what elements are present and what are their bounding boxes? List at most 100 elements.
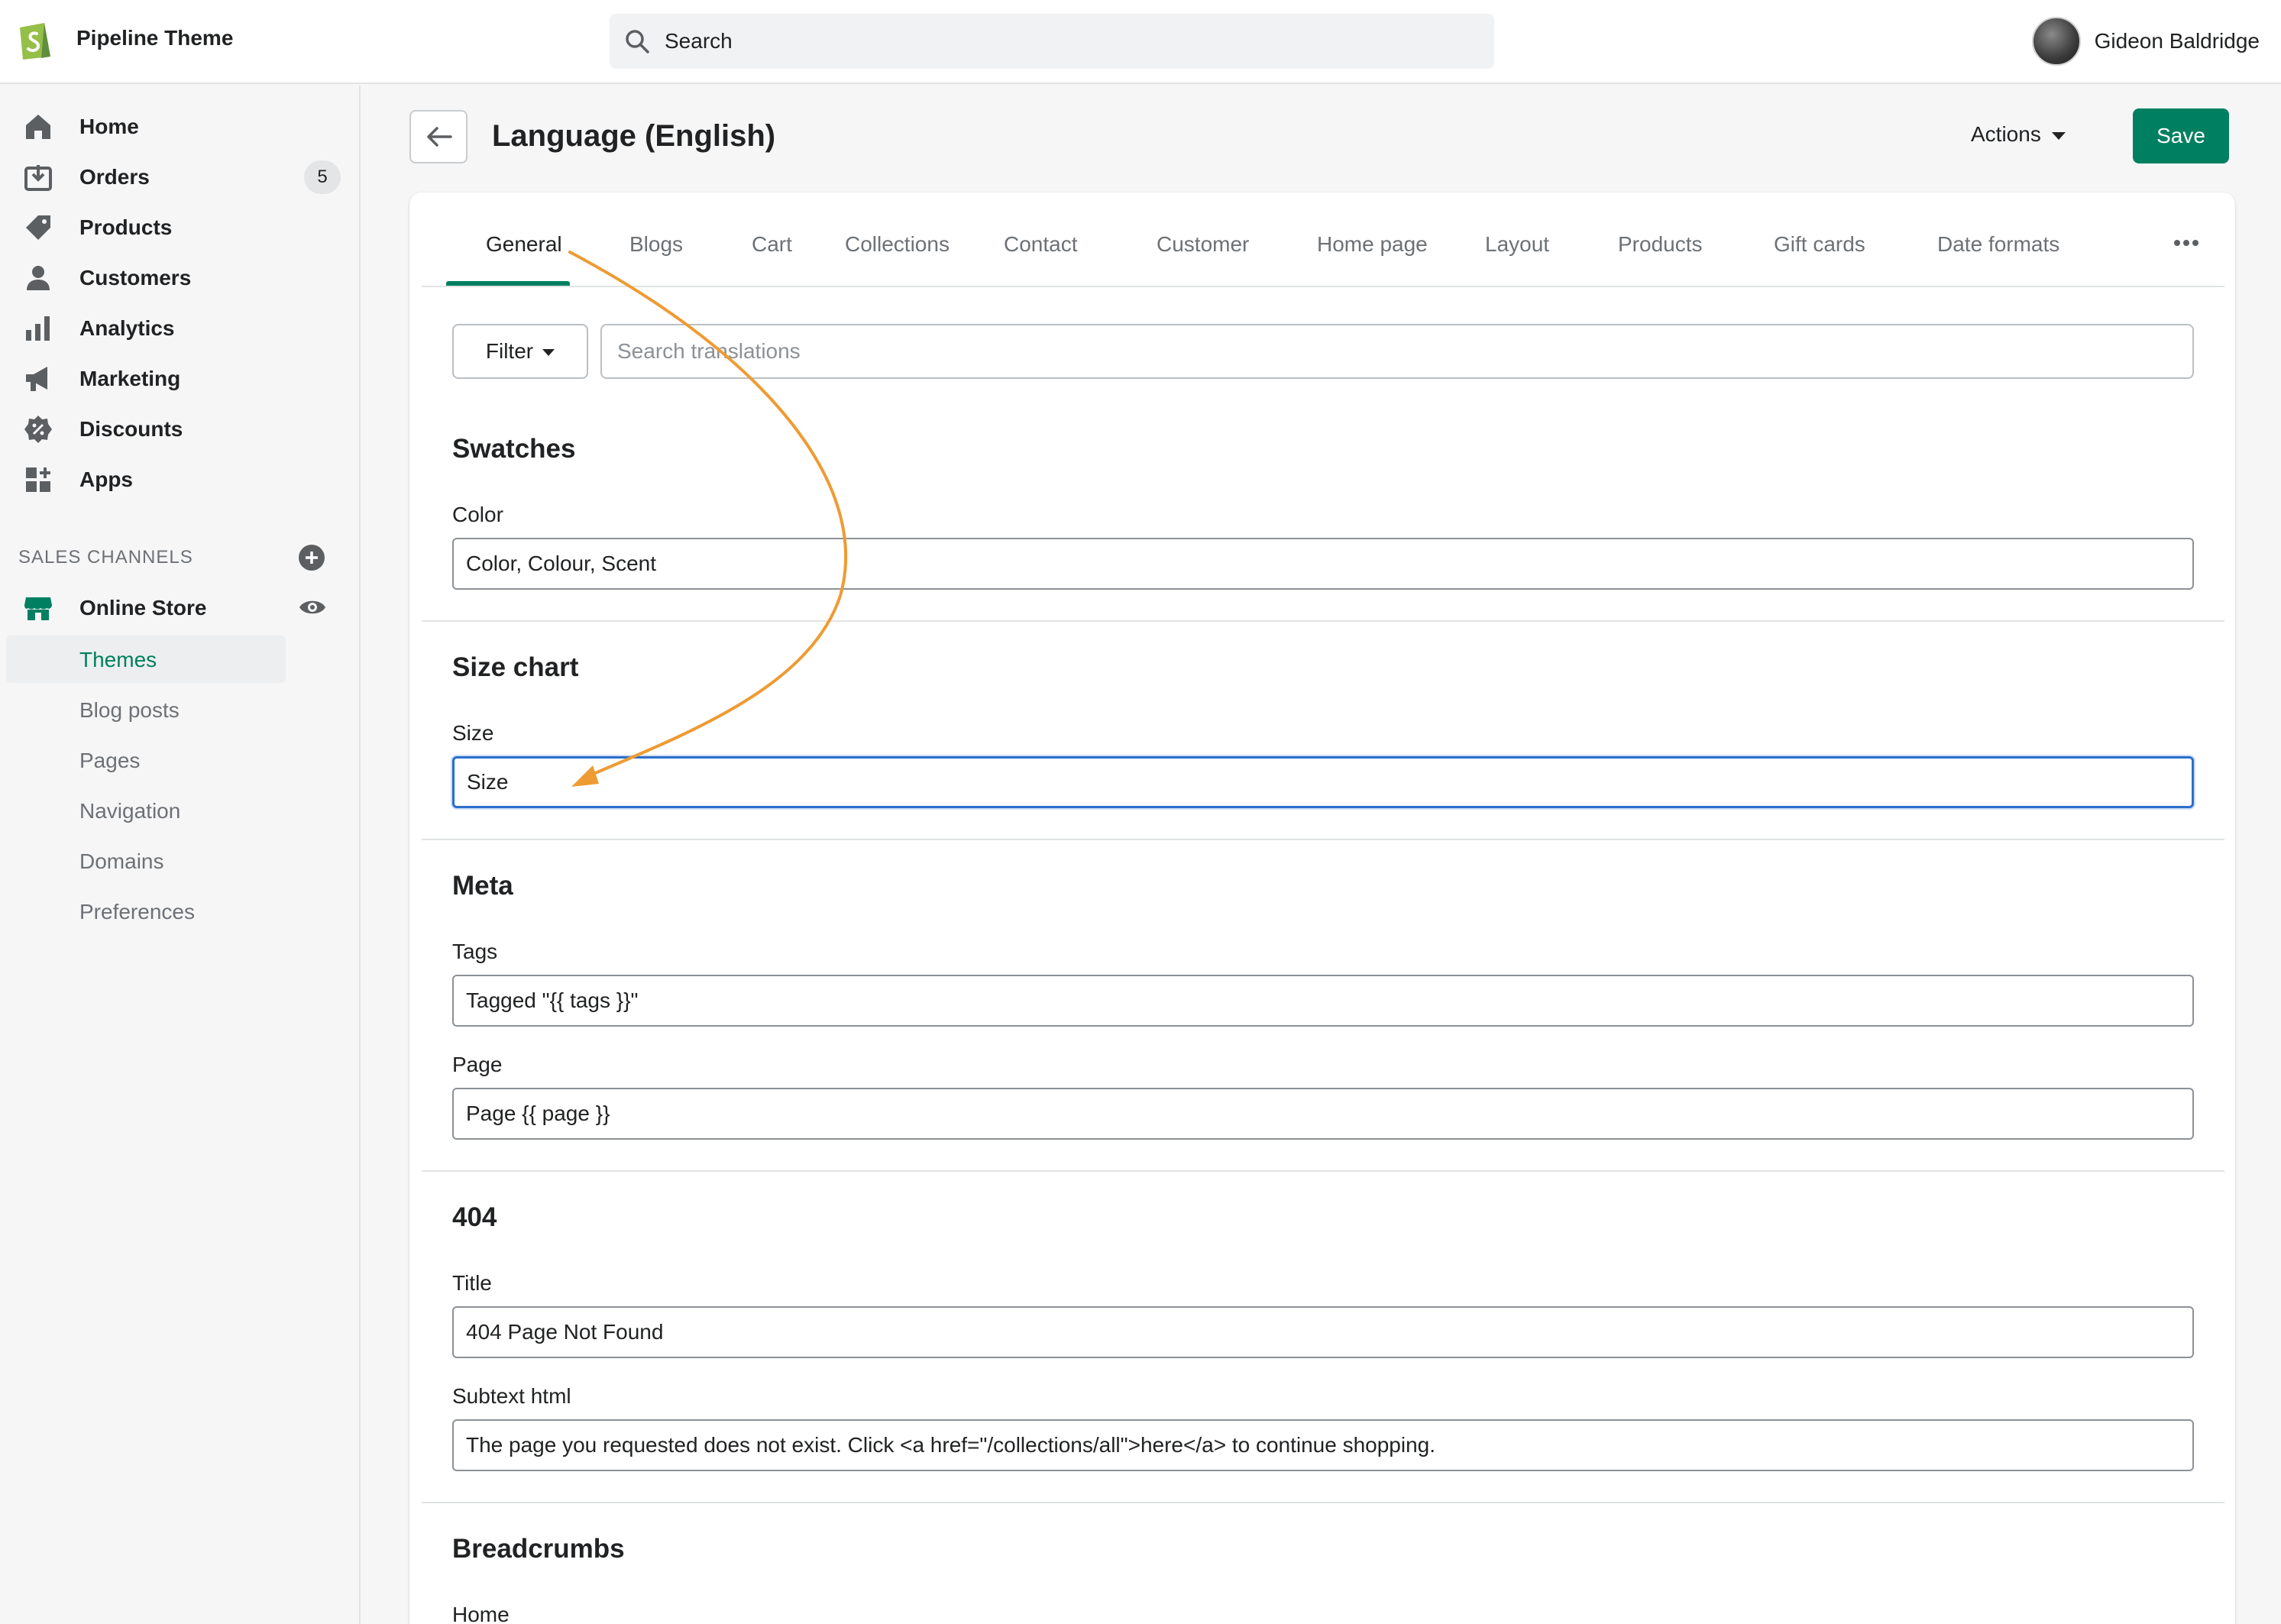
- back-button[interactable]: [409, 110, 468, 163]
- section-divider: [422, 1502, 2224, 1503]
- top-bar: Pipeline Theme Gideon Baldridge: [0, 0, 2281, 84]
- sidebar-subitem-label: Preferences: [79, 900, 195, 924]
- sidebar-subitem-label: Navigation: [79, 799, 181, 823]
- tab-layout[interactable]: Layout: [1485, 232, 1549, 257]
- active-tab-indicator: [446, 281, 570, 286]
- avatar[interactable]: [2031, 17, 2081, 66]
- sidebar-subitem-domains[interactable]: Domains: [6, 837, 286, 885]
- section-divider: [422, 1170, 2224, 1172]
- sales-channels-heading: SALES CHANNELS: [18, 547, 193, 568]
- field-label-tags: Tags: [452, 940, 498, 963]
- field-label-home: Home: [452, 1603, 510, 1624]
- orders-icon: [24, 165, 52, 191]
- sidebar-subitem-label: Themes: [79, 648, 157, 671]
- apps-icon: [26, 467, 50, 492]
- sidebar-item-label: Online Store: [79, 596, 207, 620]
- search-translations-input[interactable]: [600, 324, 2194, 379]
- sidebar-item-home[interactable]: Home: [0, 101, 361, 150]
- sidebar-subitem-blog-posts[interactable]: Blog posts: [6, 686, 286, 733]
- sidebar-item-label: Apps: [79, 467, 133, 491]
- store-name[interactable]: Pipeline Theme: [76, 26, 233, 50]
- sidebar-item-label: Customers: [79, 266, 192, 290]
- sidebar-subitem-preferences[interactable]: Preferences: [6, 888, 286, 935]
- discount-icon: [24, 416, 52, 443]
- translations-card: General Blogs Cart Collections Contact C…: [409, 192, 2235, 1624]
- tab-products[interactable]: Products: [1618, 232, 1703, 257]
- section-title-breadcrumbs: Breadcrumbs: [452, 1534, 625, 1564]
- sidebar-subitem-label: Domains: [79, 849, 164, 873]
- sidebar-item-label: Orders: [79, 165, 150, 189]
- tab-bar: General Blogs Cart Collections Contact C…: [422, 192, 2224, 287]
- sidebar-subitem-themes[interactable]: Themes: [6, 636, 286, 683]
- tab-blogs[interactable]: Blogs: [629, 232, 683, 257]
- 404-title-translation-input[interactable]: [452, 1306, 2194, 1358]
- sidebar-item-label: Home: [79, 115, 139, 138]
- color-translation-input[interactable]: [452, 538, 2194, 590]
- section-title-swatches: Swatches: [452, 434, 576, 464]
- section-divider: [422, 620, 2224, 622]
- filter-button[interactable]: Filter: [452, 324, 588, 379]
- sidebar: Home Orders 5 Products Customers Analyti…: [0, 86, 361, 1624]
- caret-down-icon: [2051, 131, 2066, 140]
- sidebar-subitem-label: Pages: [79, 749, 141, 772]
- filter-label: Filter: [485, 339, 534, 363]
- caret-down-icon: [542, 349, 555, 357]
- tab-customer[interactable]: Customer: [1157, 232, 1249, 257]
- sidebar-item-label: Products: [79, 215, 173, 239]
- person-icon: [27, 266, 50, 290]
- page-title: Language (English): [492, 119, 776, 153]
- search-input[interactable]: [665, 24, 1474, 58]
- sidebar-item-discounts[interactable]: Discounts: [0, 403, 361, 452]
- field-label-page: Page: [452, 1053, 503, 1076]
- tab-contact[interactable]: Contact: [1004, 232, 1078, 257]
- 404-subtext-translation-input[interactable]: [452, 1419, 2194, 1471]
- page-translation-input[interactable]: [452, 1088, 2194, 1140]
- tab-home-page[interactable]: Home page: [1317, 232, 1428, 257]
- tab-cart[interactable]: Cart: [752, 232, 792, 257]
- search-icon: [626, 30, 649, 53]
- save-button[interactable]: Save: [2133, 108, 2229, 163]
- sidebar-item-orders[interactable]: Orders 5: [0, 151, 361, 200]
- tab-collections[interactable]: Collections: [845, 232, 950, 257]
- sidebar-item-marketing[interactable]: Marketing: [0, 353, 361, 402]
- sidebar-item-analytics[interactable]: Analytics: [0, 302, 361, 351]
- sidebar-item-apps[interactable]: Apps: [0, 454, 361, 503]
- field-label-size: Size: [452, 721, 494, 745]
- sidebar-subitem-navigation[interactable]: Navigation: [6, 787, 286, 834]
- arrow-left-icon: [427, 127, 452, 147]
- sidebar-subitem-label: Blog posts: [79, 698, 180, 722]
- sidebar-item-label: Analytics: [79, 316, 175, 340]
- global-search[interactable]: [610, 14, 1494, 69]
- actions-menu-button[interactable]: Actions: [1971, 122, 2066, 147]
- eye-icon[interactable]: [298, 596, 327, 619]
- tags-translation-input[interactable]: [452, 975, 2194, 1027]
- user-name: Gideon Baldridge: [2094, 29, 2260, 53]
- section-title-404: 404: [452, 1202, 497, 1232]
- sidebar-item-products[interactable]: Products: [0, 202, 361, 251]
- sidebar-item-label: Marketing: [79, 367, 181, 390]
- field-label-subtext-html: Subtext html: [452, 1384, 571, 1408]
- store-icon: [24, 597, 52, 620]
- section-title-size-chart: Size chart: [452, 652, 579, 682]
- sidebar-item-customers[interactable]: Customers: [0, 252, 361, 301]
- sidebar-item-label: Discounts: [79, 417, 183, 441]
- actions-label: Actions: [1971, 122, 2041, 146]
- user-menu[interactable]: Gideon Baldridge: [2031, 15, 2260, 67]
- home-icon: [26, 115, 50, 139]
- section-title-meta: Meta: [452, 871, 513, 901]
- size-translation-input[interactable]: [452, 756, 2194, 808]
- sidebar-subitem-pages[interactable]: Pages: [6, 736, 286, 784]
- tab-gift-cards[interactable]: Gift cards: [1774, 232, 1865, 257]
- orders-count-badge: 5: [304, 160, 341, 194]
- tag-icon: [26, 215, 50, 240]
- bar-chart-icon: [26, 316, 50, 341]
- megaphone-icon: [26, 367, 47, 391]
- shopify-logo-icon[interactable]: [15, 17, 53, 61]
- add-channel-icon[interactable]: [298, 544, 325, 571]
- more-horizontal-icon[interactable]: [2173, 238, 2200, 247]
- section-divider: [422, 839, 2224, 840]
- tab-general[interactable]: General: [486, 232, 562, 257]
- field-label-color: Color: [452, 503, 503, 526]
- tab-date-formats[interactable]: Date formats: [1937, 232, 2059, 257]
- field-label-title: Title: [452, 1271, 492, 1295]
